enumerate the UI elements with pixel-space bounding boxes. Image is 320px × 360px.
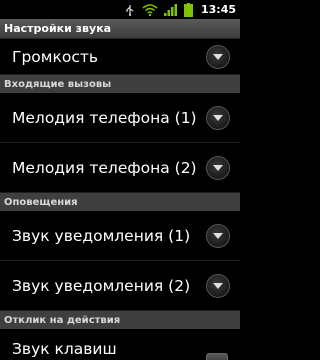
ringtone-1-item[interactable]: Мелодия телефона (1) [0,93,240,143]
notification-sound-1-item[interactable]: Звук уведомления (1) [0,211,240,261]
section-feedback: Отклик на действия [0,311,240,329]
chevron-down-icon[interactable] [206,223,230,248]
ringtone-2-label: Мелодия телефона (2) [12,158,197,177]
clock: 13:45 [200,3,236,16]
key-sound-item[interactable]: Звук клавиш [0,329,240,360]
chevron-down-icon[interactable] [206,44,230,69]
battery-icon [183,2,193,17]
status-bar: 13:45 [0,0,240,19]
volume-item[interactable]: Громкость [0,39,240,75]
section-incoming-calls: Входящие вызовы [0,75,240,93]
notification-sound-2-item[interactable]: Звук уведомления (2) [0,261,240,311]
notification-sound-1-label: Звук уведомления (1) [12,226,191,245]
ringtone-2-item[interactable]: Мелодия телефона (2) [0,143,240,193]
signal-icon [163,3,178,16]
chevron-down-icon[interactable] [206,155,230,180]
chevron-down-icon[interactable] [206,105,230,130]
key-sound-label: Звук клавиш [12,340,117,358]
volume-label: Громкость [12,47,98,66]
usb-icon [124,4,136,16]
settings-list: Громкость Входящие вызовы Мелодия телефо… [0,39,240,360]
chevron-down-icon[interactable] [206,273,230,298]
wifi-icon [142,3,158,16]
page-title: Настройки звука [0,19,240,39]
notification-sound-2-label: Звук уведомления (2) [12,276,191,295]
checkbox[interactable] [206,353,228,360]
section-notifications: Оповещения [0,193,240,211]
ringtone-1-label: Мелодия телефона (1) [12,108,197,127]
